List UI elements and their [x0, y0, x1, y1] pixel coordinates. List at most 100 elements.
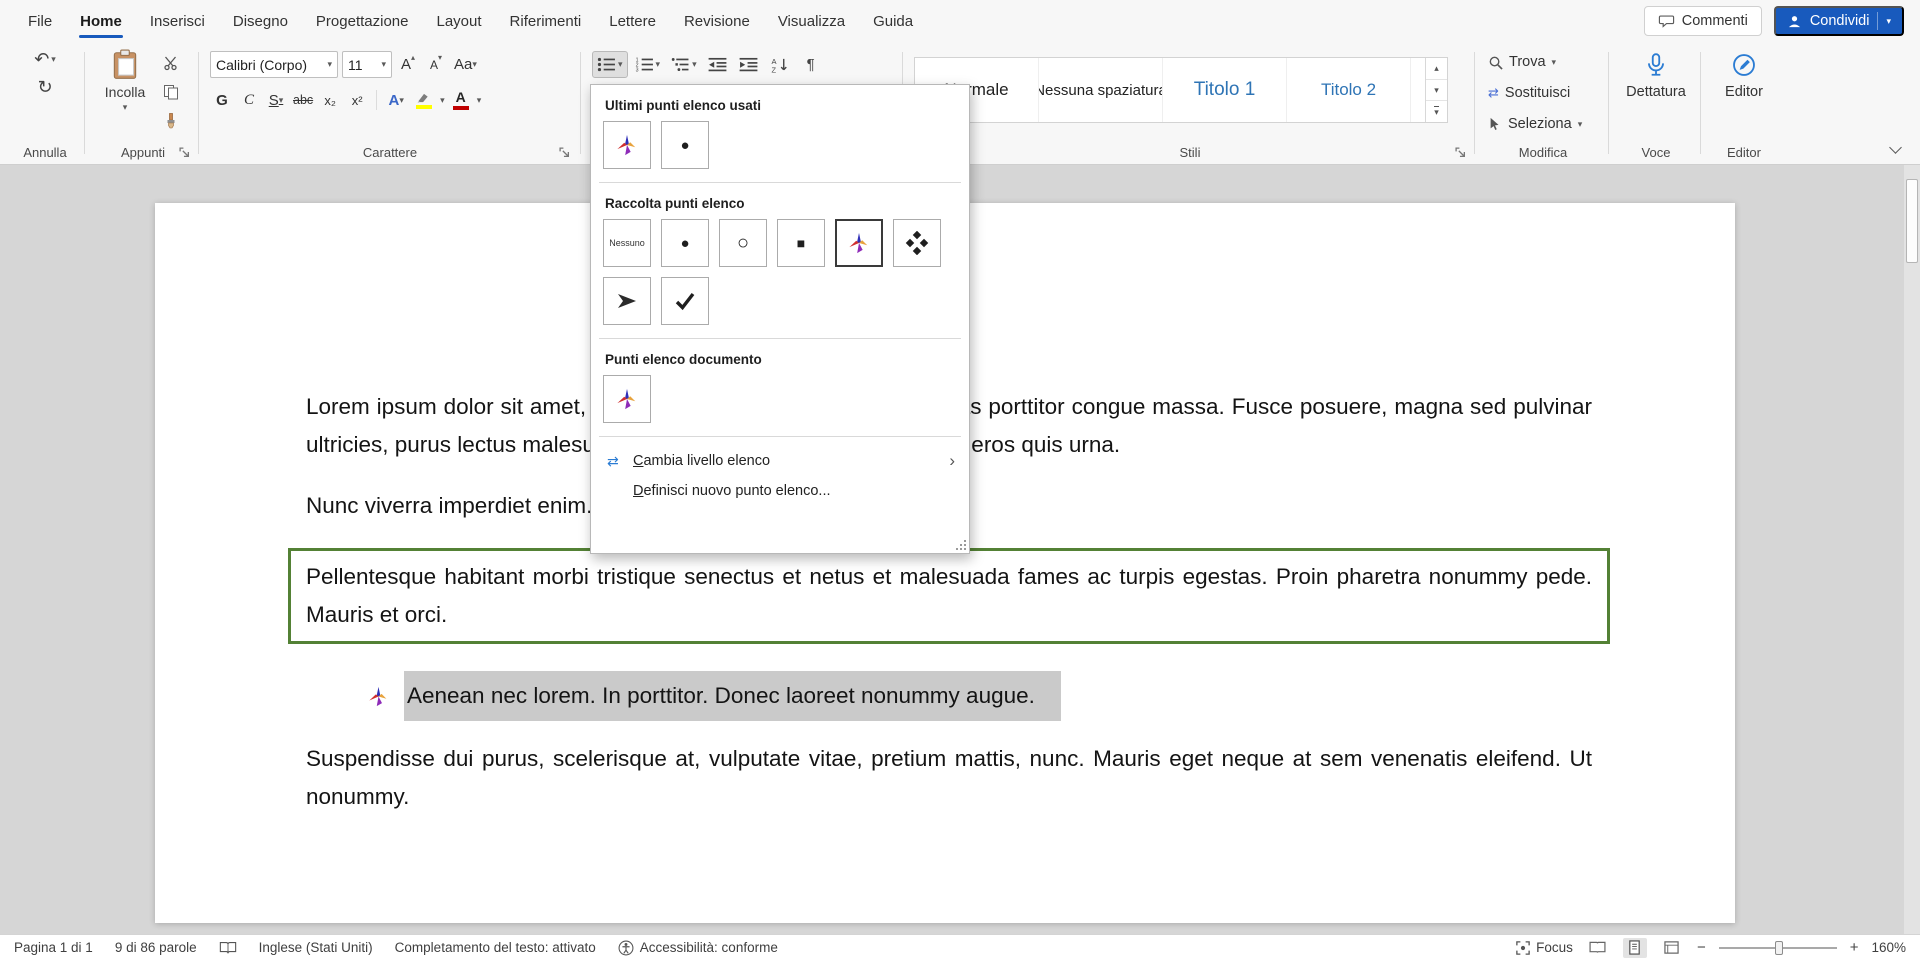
tab-inserisci[interactable]: Inserisci [136, 0, 219, 42]
page-indicator[interactable]: Pagina 1 di 1 [14, 940, 93, 955]
custom-star-bullet-icon [368, 686, 389, 707]
menu-item-change-list-level[interactable]: ⇄ Cambia livello elenco › [591, 446, 969, 476]
zoom-in-button[interactable]: + [1850, 940, 1859, 955]
sort-button[interactable] [766, 51, 794, 78]
font-color-button[interactable]: A [448, 87, 474, 113]
editor-button[interactable]: Editor [1708, 52, 1780, 100]
strikethrough-button[interactable]: abc [291, 87, 315, 113]
bullet-option-dot-recent[interactable]: ● [661, 121, 709, 169]
increase-indent-button[interactable] [735, 51, 763, 78]
stili-dialog-launcher[interactable] [1455, 145, 1467, 157]
word-count[interactable]: 9 di 86 parole [115, 940, 197, 955]
language-indicator[interactable]: Inglese (Stati Uniti) [259, 940, 373, 955]
redo-button[interactable]: ↻ [37, 78, 52, 96]
tab-riferimenti[interactable]: Riferimenti [496, 0, 596, 42]
show-formatting-button[interactable]: ¶ [797, 51, 825, 78]
text-effects-button[interactable]: A ▾ [384, 87, 408, 113]
bordered-paragraph[interactable]: Pellentesque habitant morbi tristique se… [288, 548, 1610, 644]
dropdown-resize-grip[interactable] [955, 539, 967, 551]
paragraph-suspendisse[interactable]: Suspendisse dui purus, scelerisque at, v… [306, 740, 1592, 816]
accessibility-status[interactable]: Accessibilità: conforme [618, 940, 778, 956]
paste-button[interactable]: Incolla ▾ [98, 49, 152, 139]
tab-layout[interactable]: Layout [423, 0, 496, 42]
format-painter-button[interactable] [158, 110, 184, 132]
underline-button[interactable]: S ▾ [264, 87, 288, 113]
focus-icon [1516, 941, 1530, 955]
proofing-status[interactable] [219, 941, 237, 955]
copy-button[interactable] [158, 81, 184, 103]
replace-button[interactable]: ⇄ Sostituisci [1488, 85, 1570, 101]
bullet-option-star-document[interactable] [603, 375, 651, 423]
appunti-dialog-launcher[interactable] [179, 145, 191, 157]
numbered-list-icon [635, 57, 654, 72]
bold-button[interactable]: G [210, 87, 234, 113]
selected-text[interactable]: Aenean nec lorem. In porttitor. Donec la… [404, 671, 1061, 721]
bullet-option-star-recent[interactable] [603, 121, 651, 169]
style-titolo-2[interactable]: Titolo 2 [1287, 58, 1411, 122]
numbering-button[interactable]: ▾ [631, 51, 665, 78]
tab-revisione[interactable]: Revisione [670, 0, 764, 42]
bullet-option-star-selected[interactable] [835, 219, 883, 267]
style-nessuna-spaziatura[interactable]: Nessuna spaziatura [1039, 58, 1163, 122]
paragraph-pellentesque[interactable]: Pellentesque habitant morbi tristique se… [306, 558, 1592, 634]
scrollbar-thumb[interactable] [1906, 179, 1918, 263]
bullets-button[interactable]: ▾ [592, 51, 628, 78]
print-layout-button[interactable] [1623, 938, 1647, 958]
zoom-level[interactable]: 160% [1871, 940, 1906, 955]
shrink-font-button[interactable]: A ▾ [424, 52, 448, 78]
gallery-scroll-down[interactable]: ▾ [1426, 80, 1447, 102]
style-titolo-1[interactable]: Titolo 1 [1163, 58, 1287, 122]
italic-button[interactable]: C [237, 87, 261, 113]
tab-visualizza[interactable]: Visualizza [764, 0, 859, 42]
search-icon [1488, 55, 1503, 70]
read-mode-button[interactable] [1586, 938, 1610, 958]
font-size-combobox[interactable]: 11 ▾ [342, 51, 392, 78]
share-chevron-icon[interactable]: ▾ [1886, 17, 1891, 26]
status-bar: Pagina 1 di 1 9 di 86 parole Inglese (St… [0, 934, 1920, 960]
bullet-option-diamonds[interactable] [893, 219, 941, 267]
tab-lettere[interactable]: Lettere [595, 0, 670, 42]
tab-home[interactable]: Home [66, 0, 136, 42]
zoom-out-button[interactable]: − [1697, 940, 1706, 955]
undo-button[interactable]: ↶ ▾ [34, 50, 56, 68]
carattere-dialog-launcher[interactable] [559, 145, 571, 157]
subscript-button[interactable]: x₂ [318, 87, 342, 113]
select-button[interactable]: Seleziona ▾ [1488, 116, 1582, 132]
dictate-button[interactable]: Dettatura [1616, 52, 1696, 100]
bullet-option-circle[interactable]: ○ [719, 219, 767, 267]
find-button[interactable]: Trova ▾ [1488, 54, 1556, 70]
change-case-button[interactable]: Aa ▾ [452, 52, 479, 78]
group-appunti: Incolla ▾ Appunti [92, 42, 194, 164]
cut-button[interactable] [158, 52, 184, 74]
multilevel-list-button[interactable]: ▾ [667, 51, 701, 78]
bullet-option-none[interactable]: Nessuno [603, 219, 651, 267]
share-button[interactable]: Condividi ▾ [1774, 6, 1904, 36]
zoom-slider[interactable] [1719, 940, 1837, 956]
decrease-indent-button[interactable] [704, 51, 732, 78]
comments-button[interactable]: Commenti [1644, 6, 1762, 36]
bullet-list-item[interactable]: Aenean nec lorem. In porttitor. Donec la… [368, 671, 1592, 721]
group-editor: Editor Editor [1708, 42, 1780, 164]
bullet-option-square[interactable]: ■ [777, 219, 825, 267]
bullet-option-dot[interactable]: ● [661, 219, 709, 267]
tab-guida[interactable]: Guida [859, 0, 927, 42]
gallery-more-button[interactable]: ▾ [1426, 101, 1447, 122]
vertical-scrollbar[interactable] [1904, 165, 1920, 934]
zoom-thumb[interactable] [1775, 941, 1783, 955]
text-completion-status[interactable]: Completamento del testo: attivato [395, 940, 596, 955]
ribbon-collapse-icon[interactable] [1889, 141, 1902, 154]
gallery-scroll-up[interactable]: ▴ [1426, 58, 1447, 80]
menu-item-define-new-bullet[interactable]: Definisci nuovo punto elenco... [591, 476, 969, 506]
web-layout-button[interactable] [1660, 938, 1684, 958]
tab-disegno[interactable]: Disegno [219, 0, 302, 42]
focus-mode-button[interactable]: Focus [1516, 940, 1573, 955]
subscript-label: x₂ [324, 94, 336, 107]
grow-font-button[interactable]: A ▴ [396, 52, 420, 78]
tab-progettazione[interactable]: Progettazione [302, 0, 423, 42]
highlight-button[interactable] [411, 87, 437, 113]
tab-file[interactable]: File [14, 0, 66, 42]
superscript-button[interactable]: x² [345, 87, 369, 113]
bullet-option-arrow[interactable] [603, 277, 651, 325]
font-name-combobox[interactable]: Calibri (Corpo) ▾ [210, 51, 338, 78]
bullet-option-check[interactable] [661, 277, 709, 325]
